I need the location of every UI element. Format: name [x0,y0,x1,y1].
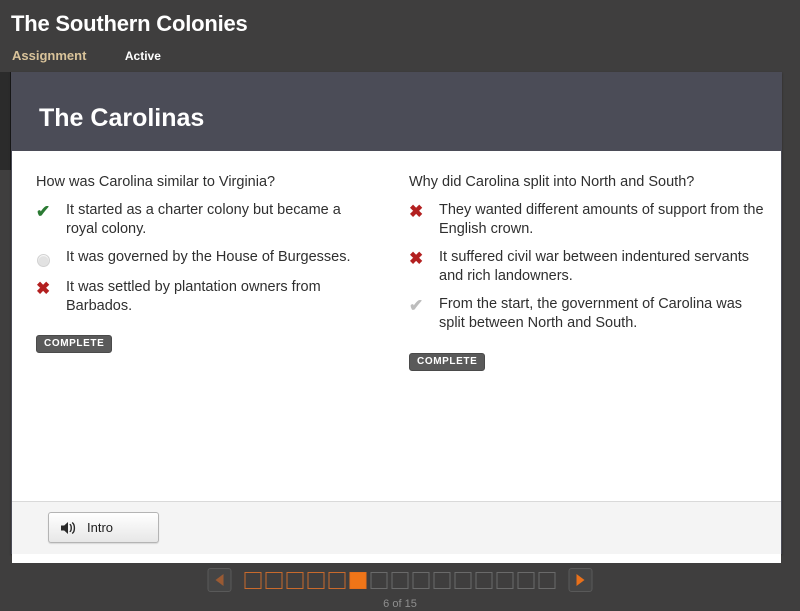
page-title: The Southern Colonies [11,11,248,36]
pagination-controls [207,568,593,592]
assignment-type-label: Assignment [12,48,87,63]
slide-dot-8[interactable] [391,571,409,589]
status-badge: COMPLETE [36,335,113,354]
slide-dot-14[interactable] [517,571,535,589]
cross-red-icon: ✖ [36,279,51,299]
slide-footer: Intro [12,501,781,554]
slide-dot-6[interactable] [349,571,367,589]
app-header: The Southern Colonies Assignment Active [0,0,800,70]
answer-text: They wanted different amounts of support… [439,201,764,237]
answer-option[interactable]: ✖ It suffered civil war between indentur… [409,248,765,286]
slide-dot-15[interactable] [538,571,556,589]
left-rail-strip [0,72,11,170]
slide-dot-2[interactable] [265,571,283,589]
status-badge: COMPLETE [409,352,486,371]
answer-text: It started as a charter colony but becam… [66,201,341,237]
slide-title: The Carolinas [39,104,205,132]
slide-pagination-bar: 6 of 15 [0,563,800,611]
speaker-icon [61,521,76,534]
next-slide-button[interactable] [568,568,593,592]
slide-dot-1[interactable] [244,571,262,589]
answer-option[interactable]: ✖ It was settled by plantation owners fr… [36,278,371,316]
slide-counter: 6 of 15 [383,598,417,610]
previous-slide-button[interactable] [207,568,232,592]
question-text: Why did Carolina split into North and So… [409,174,695,190]
answer-option[interactable]: It was governed by the House of Burgesse… [36,248,371,269]
empty-circle-icon [36,248,66,269]
check-green-icon: ✔ [36,201,51,221]
answer-text: It was governed by the House of Burgesse… [66,249,351,266]
slide-dot-11[interactable] [454,571,472,589]
slide-dot-12[interactable] [475,571,493,589]
answer-text: From the start, the government of Caroli… [439,296,743,332]
assignment-status-label: Active [124,49,161,63]
answer-text: It was settled by plantation owners from… [66,279,321,315]
slide-card: The Carolinas How was Carolina similar t… [11,72,782,576]
slide-dot-13[interactable] [496,571,514,589]
answer-list: ✔ It started as a charter colony but bec… [36,201,371,317]
cross-red-icon: ✖ [409,201,424,221]
answer-option[interactable]: ✔ From the start, the government of Caro… [409,295,765,333]
answer-option[interactable]: ✔ It started as a charter colony but bec… [36,201,371,239]
cross-red-icon: ✖ [409,249,424,269]
header-meta-row: Assignment Active [12,47,161,63]
audio-intro-label: Intro [87,520,114,535]
slide-dot-list [243,571,558,589]
slide-dot-4[interactable] [307,571,325,589]
answer-option[interactable]: ✖ They wanted different amounts of suppo… [409,201,765,239]
slide-dot-10[interactable] [433,571,451,589]
check-gray-icon: ✔ [409,296,424,316]
audio-intro-button[interactable]: Intro [48,512,159,543]
slide-dot-3[interactable] [286,571,304,589]
question-text: How was Carolina similar to Virginia? [36,174,276,190]
triangle-left-icon [215,574,224,586]
triangle-right-icon [576,574,585,586]
slide-title-bar: The Carolinas [11,72,782,151]
slide-dot-9[interactable] [412,571,430,589]
slide-dot-7[interactable] [370,571,388,589]
answer-list: ✖ They wanted different amounts of suppo… [409,201,765,334]
slide-dot-5[interactable] [328,571,346,589]
answer-text: It suffered civil war between indentured… [439,249,750,285]
